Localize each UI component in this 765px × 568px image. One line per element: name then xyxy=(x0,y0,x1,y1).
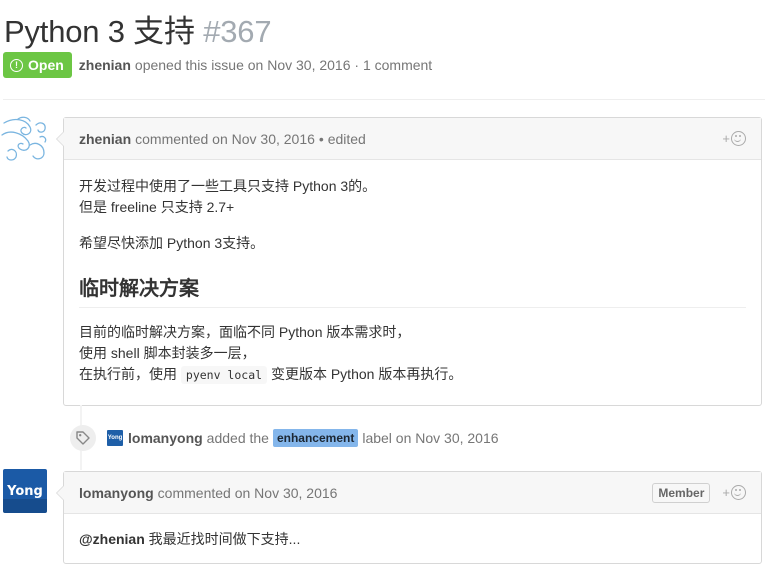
label-enhancement[interactable]: enhancement xyxy=(272,429,359,447)
body-line: 希望尽快添加 Python 3支持。 xyxy=(79,235,265,251)
text-span: 在执行前，使用 xyxy=(79,366,181,382)
comment-body: 开发过程中使用了一些工具只支持 Python 3的。 但是 freeline 只… xyxy=(64,160,761,386)
body-line: 但是 freeline 只支持 2.7+ xyxy=(79,197,746,218)
comment-lomanyong: lomanyong commented on Nov 30, 2016 Memb… xyxy=(56,471,762,564)
comment-timestamp[interactable]: commented on Nov 30, 2016 xyxy=(135,131,315,147)
reaction-plus: + xyxy=(722,485,730,500)
add-reaction-button[interactable]: + xyxy=(722,485,746,500)
issue-author-link[interactable]: zhenian xyxy=(79,57,131,73)
text-span: 但是 xyxy=(79,199,111,215)
label-event: Yong lomanyong added the enhancement lab… xyxy=(70,425,499,451)
text-span: 我最近找时间做下支持... xyxy=(144,531,301,547)
inline-code: shell xyxy=(110,345,140,361)
issue-title: Python 3 支持 #367 xyxy=(4,6,272,51)
state-badge-label: Open xyxy=(28,57,64,73)
comment-timestamp[interactable]: commented on Nov 30, 2016 xyxy=(158,485,338,501)
tag-icon xyxy=(70,425,96,451)
event-actor-link[interactable]: lomanyong xyxy=(128,430,203,446)
body-line: 开发过程中使用了一些工具只支持 Python 3的。 xyxy=(79,178,377,194)
body-heading: 临时解决方案 xyxy=(79,272,746,308)
avatar-lomanyong[interactable]: Yong xyxy=(3,469,47,513)
issue-meta-text: opened this issue on Nov 30, 2016 · 1 co… xyxy=(134,57,433,73)
inline-code: pyenv local xyxy=(180,366,268,384)
event-text-pre: added the xyxy=(206,430,269,446)
avatar-text: Yong xyxy=(7,483,43,499)
body-line: 目前的临时解决方案，面临不同 Python 版本需求时， xyxy=(79,324,411,340)
text-span: 变更版本 Python 版本再执行。 xyxy=(267,366,463,382)
issue-meta: ! Open zhenian opened this issue on Nov … xyxy=(3,52,432,78)
text-span: 只支持 2.7+ xyxy=(156,199,235,215)
issue-opened-icon: ! xyxy=(10,58,23,72)
comment-author-link[interactable]: zhenian xyxy=(79,131,131,147)
body-line: 使用 shell 脚本封装多一层， xyxy=(79,343,746,364)
event-text-post: label on Nov 30, 2016 xyxy=(362,430,499,446)
body-line: @zhenian 我最近找时间做下支持... xyxy=(79,529,746,550)
state-badge: ! Open xyxy=(3,52,72,78)
smiley-icon xyxy=(731,485,746,500)
comment-zhenian: zhenian commented on Nov 30, 2016 • edit… xyxy=(56,117,762,406)
issue-title-text: Python 3 支持 xyxy=(4,14,195,49)
comment-header: lomanyong commented on Nov 30, 2016 Memb… xyxy=(64,472,761,514)
avatar-zhenian[interactable] xyxy=(0,115,48,163)
smiley-icon xyxy=(731,131,746,146)
comment-body: @zhenian 我最近找时间做下支持... xyxy=(64,514,761,550)
avatar-lomanyong-small[interactable]: Yong xyxy=(107,430,123,446)
inline-code: freeline xyxy=(110,199,157,215)
user-mention-link[interactable]: @zhenian xyxy=(79,531,145,547)
add-reaction-button[interactable]: + xyxy=(722,131,746,146)
text-span: 使用 xyxy=(79,345,111,361)
reaction-plus: + xyxy=(722,131,730,146)
body-line: 在执行前，使用 pyenv local 变更版本 Python 版本再执行。 xyxy=(79,364,746,386)
text-span: 脚本封装多一层， xyxy=(139,345,256,361)
member-badge: Member xyxy=(652,482,711,503)
comment-header: zhenian commented on Nov 30, 2016 • edit… xyxy=(64,118,761,160)
issue-number: #367 xyxy=(203,14,272,49)
comment-edited-menu[interactable]: • edited xyxy=(319,131,366,147)
header-divider xyxy=(3,99,765,100)
comment-author-link[interactable]: lomanyong xyxy=(79,485,154,501)
